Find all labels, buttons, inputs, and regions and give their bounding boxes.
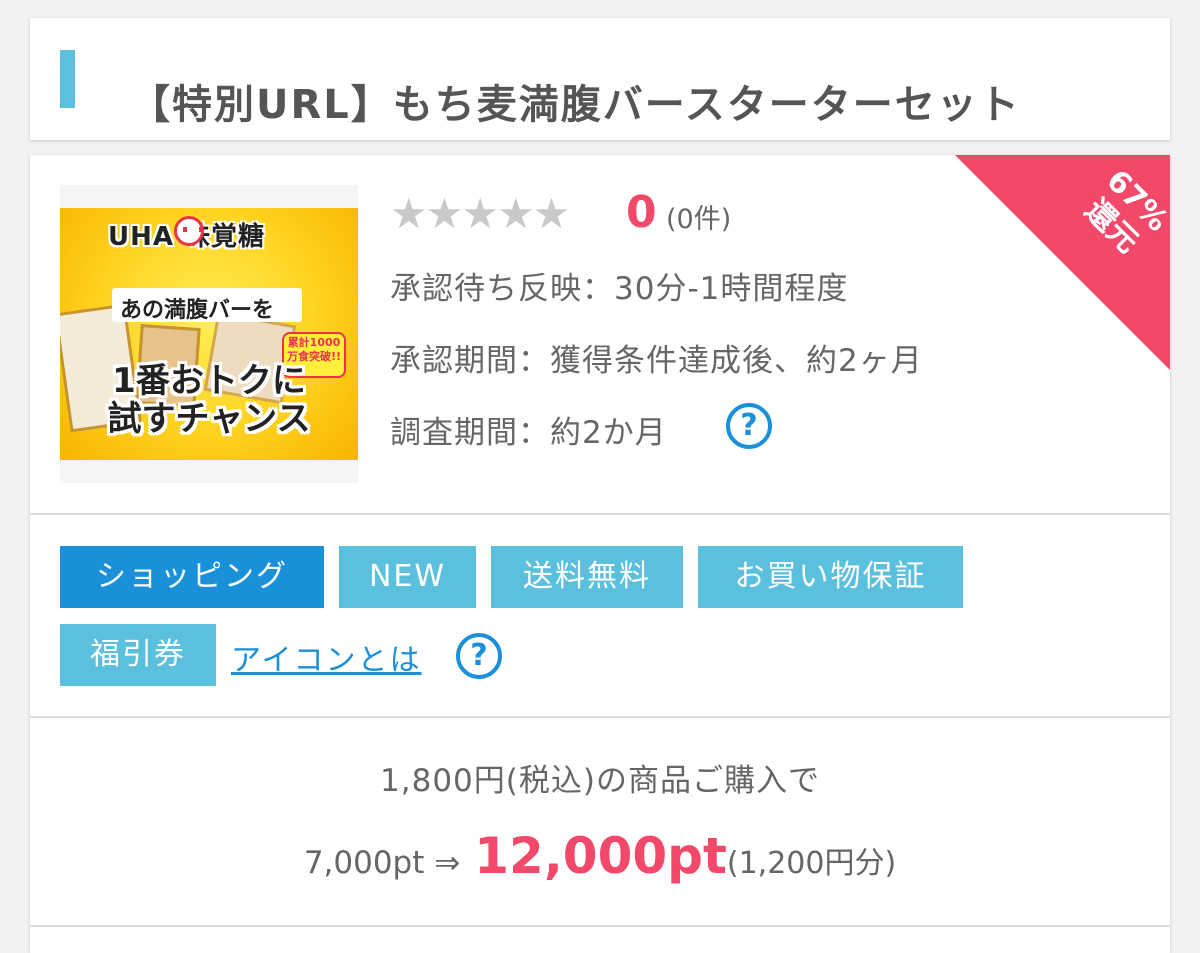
points-row: 7,000pt ⇒ 12,000pt(1,200円分) <box>30 827 1170 885</box>
tag-shopping[interactable]: ショッピング <box>60 546 324 608</box>
title-accent-bar <box>60 50 75 108</box>
purchase-condition: 1,800円(税込)の商品ご購入で <box>380 763 820 799</box>
cashback-ribbon: 67% 還元 <box>955 155 1170 370</box>
rating-value: 0 <box>626 187 657 238</box>
star-icon: ★ <box>461 189 499 238</box>
star-icon: ★ <box>532 189 571 238</box>
approval-period: 承認期間：獲得条件達成後、約2ヶ月 <box>390 343 923 379</box>
survey-period: 調査期間：約2か月 <box>390 415 667 451</box>
brand-logo-icon <box>174 216 204 246</box>
divider <box>30 925 1170 927</box>
star-icon: ★ <box>425 189 464 238</box>
icon-help-icon[interactable]: ? <box>456 633 502 679</box>
help-icon[interactable]: ? <box>726 403 772 449</box>
points-yen-value: (1,200円分) <box>726 846 897 881</box>
page-title: 【特別URL】もち麦満腹バースターターセット <box>130 82 1021 128</box>
review-count[interactable]: (0件) <box>666 197 731 236</box>
icon-explanation-link[interactable]: アイコンとは <box>231 635 422 679</box>
points-after: 12,000pt <box>474 827 727 885</box>
offer-card: 67% 還元 UHA 味覚糖 あの満腹バーを 累計1000万食突破!! 1番おト… <box>30 155 1170 953</box>
star-icon: ★ <box>390 189 428 238</box>
tag-purchase-guarantee[interactable]: お買い物保証 <box>698 546 963 608</box>
tag-free-shipping[interactable]: 送料無料 <box>491 546 683 608</box>
points-before: 7,000pt ⇒ <box>303 845 461 881</box>
divider <box>30 513 1170 515</box>
product-image-headline: 1番おトクに 試すチャンス <box>107 361 311 439</box>
product-image[interactable]: UHA 味覚糖 あの満腹バーを 累計1000万食突破!! 1番おトクに 試すチャ… <box>60 185 358 483</box>
divider <box>30 716 1170 718</box>
approval-wait: 承認待ち反映：30分-1時間程度 <box>390 271 849 307</box>
star-icon: ★ <box>496 189 535 238</box>
tag-new[interactable]: NEW <box>339 546 476 608</box>
product-image-subtitle: あの満腹バーを <box>120 298 275 323</box>
title-card: 【特別URL】もち麦満腹バースターターセット <box>30 18 1170 140</box>
tag-lottery-ticket[interactable]: 福引券 <box>60 624 216 686</box>
rating-stars: ★★★★★ <box>390 189 571 238</box>
